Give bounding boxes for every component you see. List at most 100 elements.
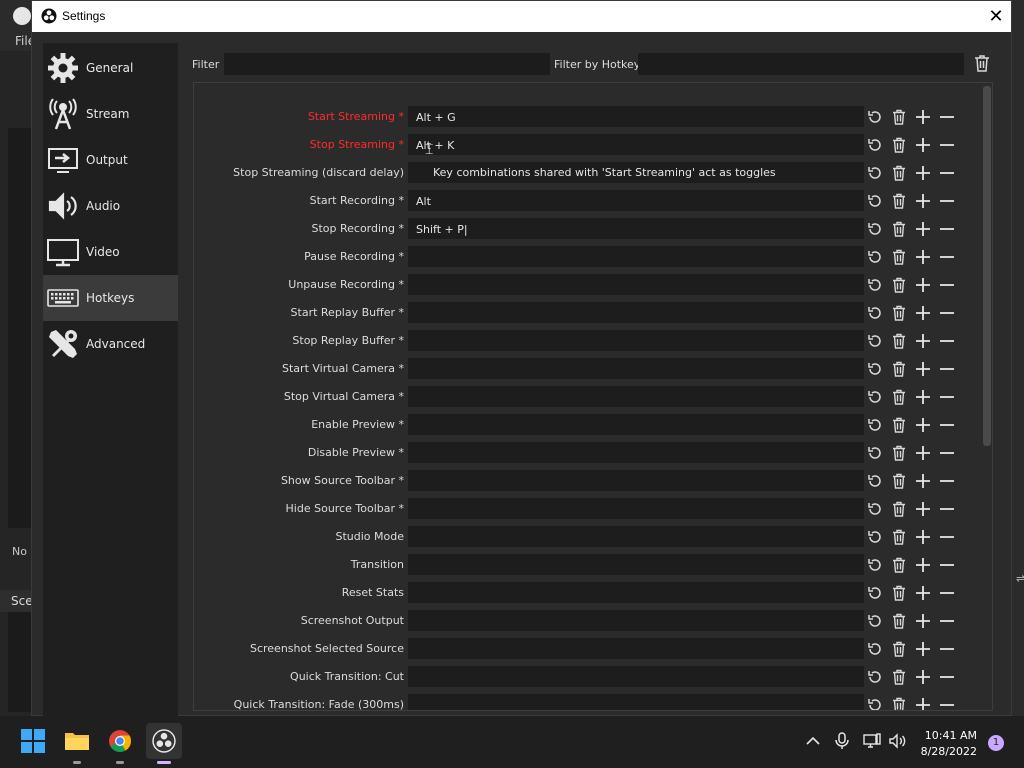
hotkey-input[interactable]: [408, 638, 864, 659]
trash-icon[interactable]: [890, 640, 908, 658]
minus-icon[interactable]: [938, 612, 956, 630]
hotkey-input[interactable]: [408, 274, 864, 295]
trash-icon[interactable]: [890, 556, 908, 574]
trash-icon[interactable]: [890, 388, 908, 406]
plus-icon[interactable]: [914, 304, 932, 322]
hotkey-input[interactable]: [408, 246, 864, 267]
hotkey-input[interactable]: [408, 498, 864, 519]
revert-icon[interactable]: [866, 360, 884, 378]
trash-icon[interactable]: [890, 416, 908, 434]
hotkey-input[interactable]: [408, 694, 864, 710]
hotkey-input[interactable]: [408, 414, 864, 435]
plus-icon[interactable]: [914, 276, 932, 294]
trash-icon[interactable]: [890, 472, 908, 490]
sidebar-item-advanced[interactable]: Advanced: [43, 321, 178, 367]
plus-icon[interactable]: [914, 528, 932, 546]
minus-icon[interactable]: [938, 220, 956, 238]
trash-icon[interactable]: [890, 612, 908, 630]
hotkey-input[interactable]: [408, 358, 864, 379]
clock-date[interactable]: 8/28/2022: [921, 745, 977, 758]
trash-icon[interactable]: [890, 444, 908, 462]
trash-icon[interactable]: [890, 276, 908, 294]
minus-icon[interactable]: [938, 360, 956, 378]
trash-icon[interactable]: [890, 332, 908, 350]
hotkey-input[interactable]: Shift + P|: [408, 218, 864, 239]
plus-icon[interactable]: [914, 556, 932, 574]
windows-start-icon[interactable]: [20, 728, 46, 754]
filter-by-hotkey-input[interactable]: [638, 53, 964, 75]
trash-icon[interactable]: [890, 164, 908, 182]
minus-icon[interactable]: [938, 472, 956, 490]
chrome-icon[interactable]: [107, 728, 133, 754]
trash-icon[interactable]: [890, 136, 908, 154]
plus-icon[interactable]: [914, 192, 932, 210]
hotkey-input[interactable]: Alt + K: [408, 134, 864, 155]
revert-icon[interactable]: [866, 696, 884, 710]
revert-icon[interactable]: [866, 612, 884, 630]
minus-icon[interactable]: [938, 556, 956, 574]
minus-icon[interactable]: [938, 416, 956, 434]
trash-icon[interactable]: [890, 220, 908, 238]
dialog-titlebar[interactable]: Settings ✕: [32, 1, 1011, 32]
scrollbar[interactable]: [983, 86, 991, 446]
minus-icon[interactable]: [938, 108, 956, 126]
hotkey-input[interactable]: [408, 302, 864, 323]
hotkey-input[interactable]: Alt: [408, 190, 864, 211]
network-icon[interactable]: [861, 728, 883, 754]
plus-icon[interactable]: [914, 332, 932, 350]
minus-icon[interactable]: [938, 136, 956, 154]
minus-icon[interactable]: [938, 304, 956, 322]
minus-icon[interactable]: [938, 332, 956, 350]
plus-icon[interactable]: [914, 388, 932, 406]
file-explorer-icon[interactable]: [64, 728, 90, 754]
plus-icon[interactable]: [914, 612, 932, 630]
plus-icon[interactable]: [914, 444, 932, 462]
hotkey-input[interactable]: [408, 330, 864, 351]
revert-icon[interactable]: [866, 192, 884, 210]
hotkey-input[interactable]: [408, 582, 864, 603]
trash-icon[interactable]: [890, 108, 908, 126]
hotkey-input[interactable]: [408, 442, 864, 463]
plus-icon[interactable]: [914, 416, 932, 434]
hotkey-input[interactable]: [408, 554, 864, 575]
plus-icon[interactable]: [914, 640, 932, 658]
revert-icon[interactable]: [866, 584, 884, 602]
minus-icon[interactable]: [938, 248, 956, 266]
sidebar-item-stream[interactable]: Stream: [43, 91, 178, 137]
revert-icon[interactable]: [866, 472, 884, 490]
plus-icon[interactable]: [914, 668, 932, 686]
trash-icon[interactable]: [890, 304, 908, 322]
clock-time[interactable]: 10:41 AM: [925, 729, 977, 742]
revert-icon[interactable]: [866, 136, 884, 154]
chevron-up-icon[interactable]: [802, 728, 824, 754]
revert-icon[interactable]: [866, 444, 884, 462]
trash-icon[interactable]: [890, 192, 908, 210]
sidebar-item-video[interactable]: Video: [43, 229, 178, 275]
minus-icon[interactable]: [938, 388, 956, 406]
sidebar-item-general[interactable]: General: [43, 45, 178, 91]
hotkey-input[interactable]: Alt + G: [408, 106, 864, 127]
hotkey-input[interactable]: [408, 470, 864, 491]
notification-badge[interactable]: 1: [988, 735, 1004, 751]
revert-icon[interactable]: [866, 220, 884, 238]
revert-icon[interactable]: [866, 164, 884, 182]
volume-icon[interactable]: [887, 728, 909, 754]
minus-icon[interactable]: [938, 668, 956, 686]
minus-icon[interactable]: [938, 276, 956, 294]
obs-taskbar-icon[interactable]: [146, 723, 182, 759]
minus-icon[interactable]: [938, 528, 956, 546]
plus-icon[interactable]: [914, 136, 932, 154]
sidebar-item-audio[interactable]: Audio: [43, 183, 178, 229]
trash-icon[interactable]: [974, 54, 992, 74]
trash-icon[interactable]: [890, 248, 908, 266]
revert-icon[interactable]: [866, 556, 884, 574]
revert-icon[interactable]: [866, 108, 884, 126]
minus-icon[interactable]: [938, 640, 956, 658]
revert-icon[interactable]: [866, 668, 884, 686]
sidebar-item-hotkeys[interactable]: Hotkeys: [43, 275, 178, 321]
plus-icon[interactable]: [914, 360, 932, 378]
revert-icon[interactable]: [866, 416, 884, 434]
close-button[interactable]: ✕: [981, 1, 1011, 32]
revert-icon[interactable]: [866, 304, 884, 322]
plus-icon[interactable]: [914, 472, 932, 490]
